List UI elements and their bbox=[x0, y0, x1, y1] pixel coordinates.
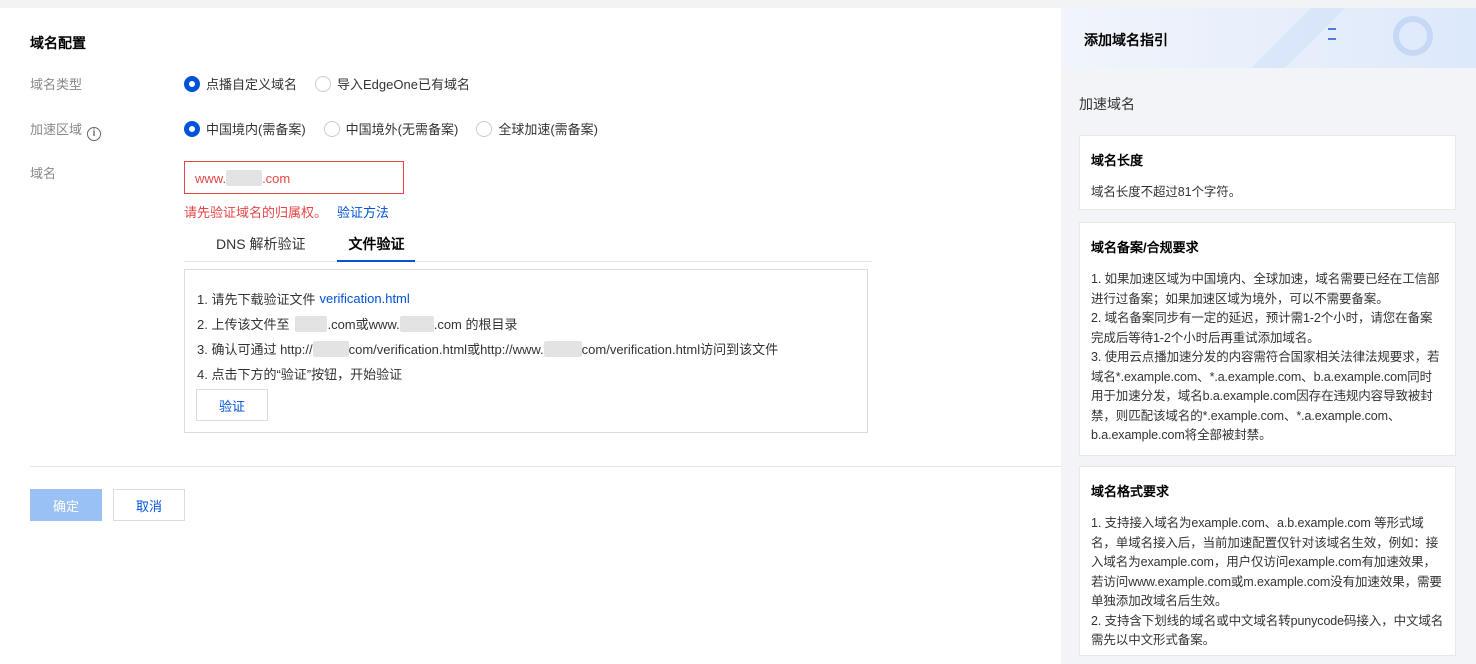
step-text: 2. 上传该文件至 bbox=[197, 317, 290, 332]
step-1: 1. 请先下载验证文件 verification.html bbox=[197, 289, 410, 308]
radio-label: 中国境外(无需备案) bbox=[345, 122, 459, 137]
region-radio-group: 中国境内(需备案) 中国境外(无需备案) 全球加速(需备案) bbox=[184, 119, 616, 138]
step-text: 1. 请先下载验证文件 bbox=[197, 292, 316, 307]
radio-import-edgeone-domain[interactable]: 导入EdgeOne已有域名 bbox=[315, 74, 470, 93]
radio-label: 点播自定义域名 bbox=[206, 77, 298, 92]
card-body: 1. 支持接入域名为example.com、a.b.example.com 等形… bbox=[1091, 516, 1444, 647]
info-icon[interactable]: i bbox=[87, 127, 102, 141]
redacted-blur bbox=[399, 315, 434, 332]
radio-label: 全球加速(需备案) bbox=[498, 122, 599, 137]
guide-title: 添加域名指引 bbox=[1084, 32, 1168, 48]
cancel-button[interactable]: 取消 bbox=[113, 489, 185, 521]
error-text: 请先验证域名的归属权。 bbox=[184, 205, 328, 220]
guide-card-format: 域名格式要求 1. 支持接入域名为example.com、a.b.example… bbox=[1079, 466, 1456, 656]
radio-checked-icon bbox=[184, 120, 200, 137]
step-text: com/verification.html或http://www. bbox=[348, 342, 544, 357]
divider bbox=[30, 466, 1061, 467]
radio-unchecked-icon bbox=[315, 75, 332, 92]
radio-region-mainland[interactable]: 中国境内(需备案) bbox=[184, 119, 306, 138]
tab-dns-verify[interactable]: DNS 解析验证 bbox=[200, 234, 321, 262]
radio-region-global[interactable]: 全球加速(需备案) bbox=[476, 119, 598, 138]
verify-tabs: DNS 解析验证 文件验证 bbox=[184, 234, 872, 262]
domain-type-label: 域名类型 bbox=[30, 77, 83, 92]
guide-card-compliance: 域名备案/合规要求 1. 如果加速区域为中国境内、全球加速，域名需要已经在工信部… bbox=[1079, 222, 1456, 456]
download-verification-file-link[interactable]: verification.html bbox=[319, 291, 409, 306]
section-title: 域名配置 bbox=[30, 35, 86, 51]
card-title: 域名格式要求 bbox=[1091, 484, 1170, 499]
redacted-blur bbox=[312, 340, 349, 357]
step-2: 2. 上传该文件至 .com或www. .com 的根目录 bbox=[197, 314, 518, 333]
radio-vod-custom-domain[interactable]: 点播自定义域名 bbox=[184, 74, 297, 93]
card-body: 1. 如果加速区域为中国境内、全球加速，域名需要已经在工信部进行过备案；如果加速… bbox=[1091, 272, 1440, 442]
verify-method-link[interactable]: 验证方法 bbox=[337, 205, 389, 220]
redacted-blur bbox=[543, 340, 582, 357]
header-decoration bbox=[1243, 8, 1353, 68]
radio-unchecked-icon bbox=[323, 120, 340, 137]
step-3: 3. 确认可通过 http:// com/verification.html或h… bbox=[197, 339, 778, 358]
domain-type-radio-group: 点播自定义域名 导入EdgeOne已有域名 bbox=[184, 74, 488, 93]
card-title: 域名备案/合规要求 bbox=[1091, 240, 1199, 255]
header-decoration bbox=[1328, 28, 1336, 40]
radio-unchecked-icon bbox=[476, 120, 493, 137]
tab-file-verify[interactable]: 文件验证 bbox=[337, 234, 416, 262]
redacted-blur bbox=[295, 315, 328, 332]
guide-card-length: 域名长度 域名长度不超过81个字符。 bbox=[1079, 135, 1456, 210]
guide-subtitle: 加速域名 bbox=[1079, 96, 1135, 112]
radio-region-overseas[interactable]: 中国境外(无需备案) bbox=[323, 119, 459, 138]
region-label-text: 加速区域 bbox=[30, 122, 83, 137]
guide-header: 添加域名指引 bbox=[1063, 8, 1476, 68]
region-label: 加速区域 i bbox=[30, 119, 102, 141]
step-4: 4. 点击下方的“验证”按钮，开始验证 bbox=[197, 367, 403, 382]
radio-label: 中国境内(需备案) bbox=[206, 122, 306, 137]
step-text: .com或www. bbox=[327, 317, 400, 332]
guide-panel: 添加域名指引 加速域名 域名长度 域名长度不超过81个字符。 域名备案/合规要求… bbox=[1063, 8, 1476, 664]
card-body: 域名长度不超过81个字符。 bbox=[1091, 185, 1242, 199]
step-text: .com 的根目录 bbox=[433, 317, 518, 332]
card-title: 域名长度 bbox=[1091, 153, 1144, 168]
radio-label: 导入EdgeOne已有域名 bbox=[337, 77, 470, 92]
step-text: 3. 确认可通过 http:// bbox=[197, 342, 313, 357]
file-verify-panel: 1. 请先下载验证文件 verification.html 2. 上传该文件至 .… bbox=[184, 269, 868, 433]
domain-input[interactable] bbox=[184, 161, 404, 194]
confirm-button[interactable]: 确定 bbox=[30, 489, 102, 521]
verify-button[interactable]: 验证 bbox=[196, 389, 268, 421]
domain-label: 域名 bbox=[30, 166, 57, 181]
domain-error-message: 请先验证域名的归属权。 验证方法 bbox=[184, 202, 389, 221]
gear-icon bbox=[1393, 16, 1433, 56]
step-text: com/verification.html访问到该文件 bbox=[581, 342, 779, 357]
domain-config-panel: 域名配置 域名类型 点播自定义域名 导入EdgeOne已有域名 加速区域 i 中国… bbox=[0, 8, 1061, 664]
radio-checked-icon bbox=[184, 75, 200, 92]
